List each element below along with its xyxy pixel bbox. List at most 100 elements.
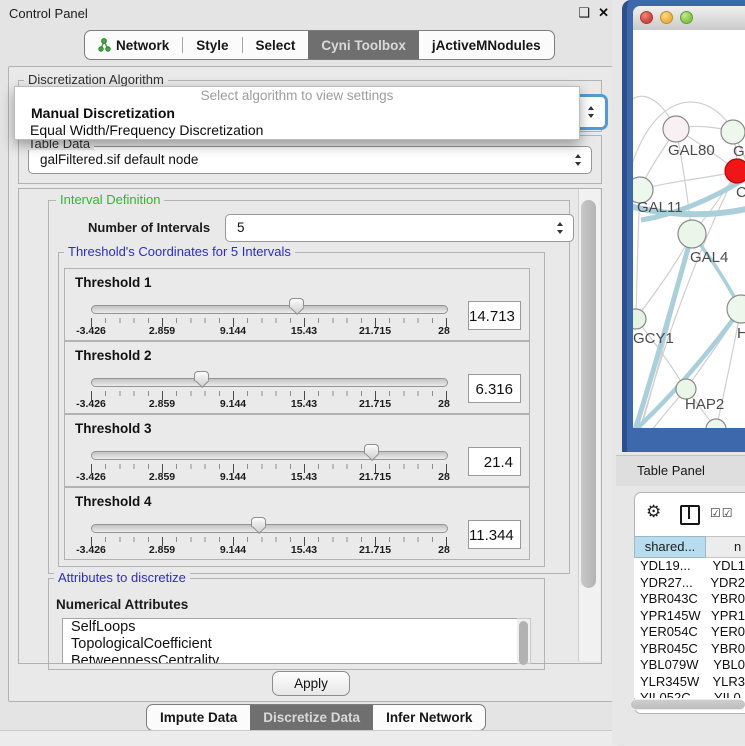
cell[interactable]: YDL19...	[634, 558, 705, 575]
node-table-body[interactable]: YDL19...YDL1 YDR27...YDR2 YBR043CYBR0 YP…	[634, 558, 745, 698]
dropdown-item-manual-discretization[interactable]: Manual Discretization	[15, 105, 579, 122]
tab-cyni-toolbox[interactable]: Cyni Toolbox	[308, 31, 419, 59]
slider-track[interactable]	[91, 305, 448, 314]
cell[interactable]: YDL1	[705, 558, 745, 575]
cell[interactable]: YBL079W	[634, 657, 706, 674]
table-row[interactable]: YPR145WYPR1	[634, 608, 745, 625]
table-row[interactable]: YDL19...YDL1	[634, 558, 745, 575]
table-horizontal-scrollbar[interactable]	[630, 699, 745, 710]
tick-label: 15.43	[291, 325, 317, 337]
settings-scrollbar-thumb[interactable]	[581, 200, 596, 588]
node-partial-top-right[interactable]	[721, 120, 745, 144]
node-label: GAL80	[668, 142, 715, 159]
node-label: GAL11	[637, 199, 683, 216]
zoom-traffic-light-icon[interactable]	[680, 11, 693, 24]
slider-ticks	[91, 537, 447, 546]
cell[interactable]: YBR0	[704, 641, 745, 658]
node-selected-red[interactable]	[725, 159, 745, 183]
gear-icon[interactable]: ⚙	[646, 503, 661, 520]
cell[interactable]: YBR045C	[634, 641, 704, 658]
threshold-value-field[interactable]: 21.4	[468, 447, 521, 476]
apply-button[interactable]: Apply	[272, 671, 350, 696]
slider-track[interactable]	[91, 524, 448, 533]
node-gcy1[interactable]	[633, 309, 646, 329]
node-gal4[interactable]	[678, 220, 706, 248]
number-of-intervals-combobox[interactable]: 5	[225, 214, 574, 242]
threshold-label: Threshold 2	[75, 348, 152, 363]
numerical-attributes-list[interactable]: SelfLoops TopologicalCoefficient Between…	[62, 618, 518, 664]
list-scrollbar-thumb[interactable]	[519, 621, 528, 665]
dropdown-prompt-item[interactable]: Select algorithm to view settings	[15, 87, 579, 105]
close-icon[interactable]: ✕	[598, 5, 609, 21]
tick-label: 2.859	[149, 471, 175, 483]
cell[interactable]: YPR1	[704, 608, 745, 625]
tick-label: 28	[438, 398, 450, 410]
cell[interactable]: YBR0	[704, 591, 745, 608]
threshold-value-field[interactable]: 14.713	[468, 301, 521, 330]
cell[interactable]: YLR345W	[634, 674, 705, 691]
list-item[interactable]: SelfLoops	[63, 619, 517, 636]
threshold-1-panel: Threshold 1 -3.426 2.859 9.144 15.43 21.…	[64, 268, 530, 341]
cell[interactable]: YDR27...	[634, 575, 703, 592]
tab-infer-network[interactable]: Infer Network	[373, 705, 485, 730]
stepper-arrows-icon[interactable]	[557, 222, 564, 234]
table-row[interactable]: YDR27...YDR2	[634, 575, 745, 592]
column-header-shared-name[interactable]: shared...	[634, 536, 706, 558]
cell[interactable]: YER0	[704, 624, 745, 641]
stepper-arrows-icon[interactable]	[575, 154, 582, 166]
cell[interactable]: YLR3	[705, 674, 745, 691]
slider-thumb[interactable]	[251, 517, 266, 534]
tick-label: -3.426	[76, 325, 106, 337]
node-gal80[interactable]	[663, 116, 689, 142]
tab-label: Impute Data	[160, 710, 237, 725]
minimize-traffic-light-icon[interactable]	[660, 11, 673, 24]
tab-discretize-data[interactable]: Discretize Data	[250, 705, 373, 730]
close-traffic-light-icon[interactable]	[640, 11, 653, 24]
slider-track[interactable]	[91, 378, 448, 387]
column-header-name[interactable]: n	[706, 536, 745, 558]
slider-thumb[interactable]	[194, 371, 209, 388]
table-row[interactable]: YIL052CYIL0	[634, 690, 745, 698]
group-title: Discretization Algorithm	[24, 73, 168, 86]
table-row[interactable]: YER054CYER0	[634, 624, 745, 641]
slider-thumb[interactable]	[289, 298, 304, 315]
network-canvas[interactable]: GAL80 GA C GAL11 GAL4 GCY1 H HAP2	[633, 30, 745, 428]
tab-impute-data[interactable]: Impute Data	[147, 705, 250, 730]
threshold-value-field[interactable]: 11.344	[468, 520, 521, 549]
network-graph: GAL80 GA C GAL11 GAL4 GCY1 H HAP2	[633, 30, 745, 428]
cell[interactable]: YIL0	[707, 690, 741, 698]
tab-jactivemnodules[interactable]: jActiveMNodules	[419, 31, 554, 59]
cell[interactable]: YBR043C	[634, 591, 704, 608]
cell[interactable]: YDR2	[703, 575, 745, 592]
tab-style[interactable]: Style	[183, 31, 241, 59]
threshold-value-field[interactable]: 6.316	[468, 374, 521, 403]
table-row[interactable]: YBL079WYBL0	[634, 657, 745, 674]
network-window-titlebar[interactable]	[633, 6, 745, 31]
tick-label: 15.43	[291, 398, 317, 410]
tick-label: 21.715	[359, 398, 391, 410]
tab-network[interactable]: Network	[85, 31, 182, 59]
threshold-label: Threshold 3	[75, 421, 152, 436]
table-row[interactable]: YLR345WYLR3	[634, 674, 745, 691]
table-row[interactable]: YBR043CYBR0	[634, 591, 745, 608]
list-item[interactable]: TopologicalCoefficient	[63, 636, 517, 653]
dropdown-item-equal-width[interactable]: Equal Width/Frequency Discretization	[15, 122, 579, 139]
table-row[interactable]: YBR045CYBR0	[634, 641, 745, 658]
node-partial-right[interactable]	[727, 295, 745, 323]
checkbox-icons[interactable]: ☑☑	[710, 506, 734, 520]
tab-select[interactable]: Select	[243, 31, 309, 59]
cell[interactable]: YER054C	[634, 624, 704, 641]
slider-ticks	[91, 464, 447, 473]
scrollbar-thumb[interactable]	[631, 700, 745, 709]
table-data-combobox[interactable]: galFiltered.sif default node	[28, 146, 592, 174]
slider-thumb[interactable]	[364, 444, 379, 461]
cell[interactable]: YBL0	[706, 657, 745, 674]
stepper-arrows-icon[interactable]	[588, 106, 595, 118]
slider-track[interactable]	[91, 451, 448, 460]
float-window-icon[interactable]: ❑	[578, 5, 590, 21]
list-item[interactable]: BetweennessCentrality	[63, 653, 517, 664]
split-column-icon[interactable]	[680, 505, 700, 525]
tick-label: 2.859	[149, 325, 175, 337]
cell[interactable]: YIL052C	[634, 690, 707, 698]
cell[interactable]: YPR145W	[634, 608, 704, 625]
